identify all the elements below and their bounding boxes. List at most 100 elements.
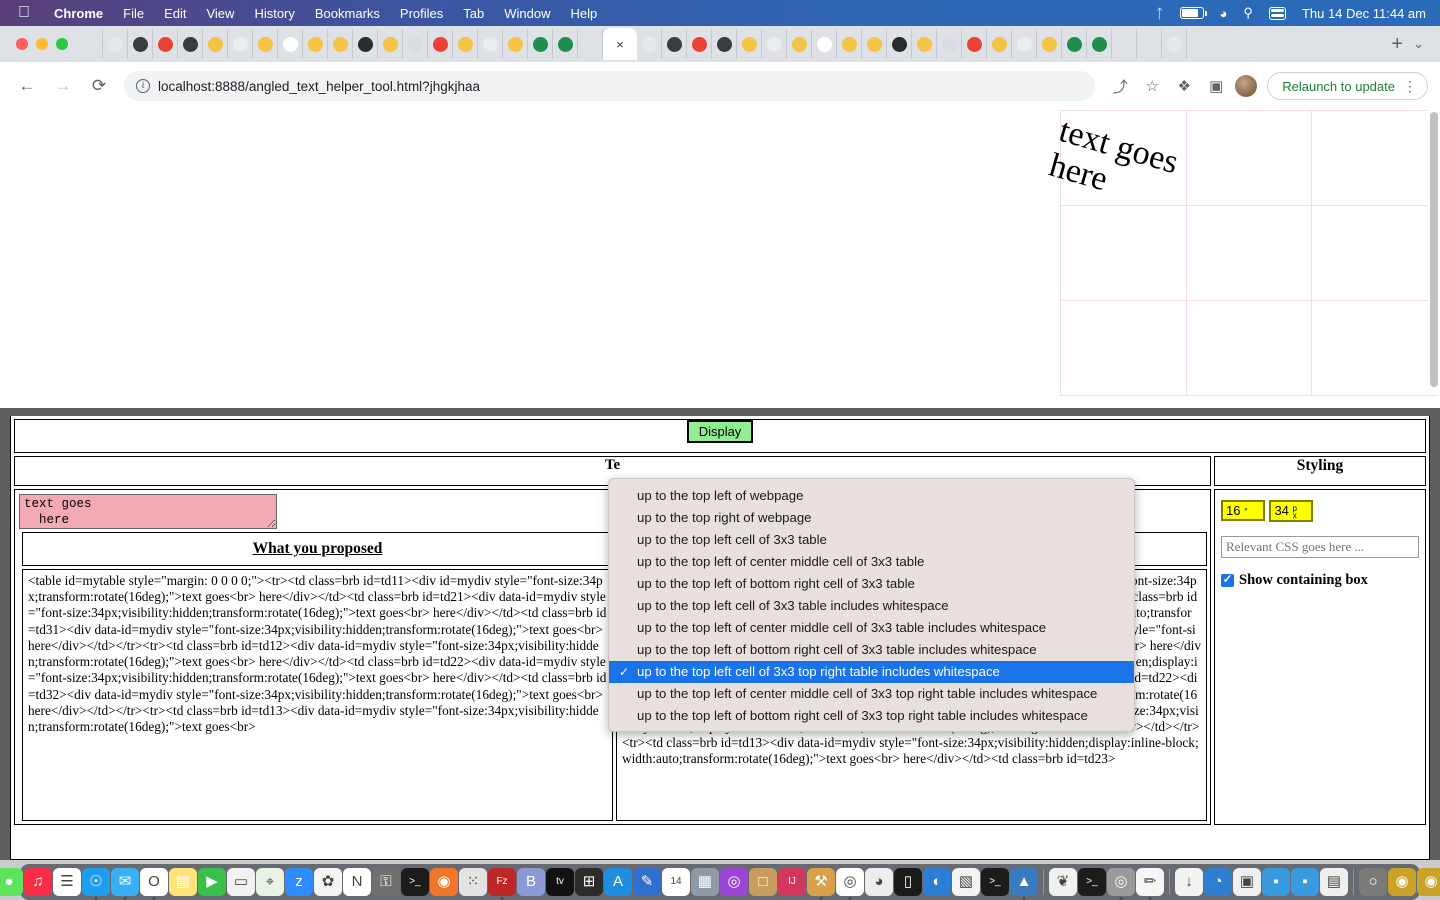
tab-14[interactable]: [428, 29, 453, 59]
menu-item-bookmarks[interactable]: Bookmarks: [305, 6, 390, 21]
tab-24[interactable]: [687, 29, 712, 59]
minimize-window-button[interactable]: [36, 38, 48, 50]
dock-item-iphone-mirror[interactable]: ▯: [894, 868, 922, 896]
dock-item-news2[interactable]: ▦: [691, 868, 719, 896]
tab-13[interactable]: [403, 29, 428, 59]
dock-item-freeform[interactable]: ✎: [633, 868, 661, 896]
tab-40[interactable]: [1087, 29, 1112, 59]
extensions-puzzle-icon[interactable]: ❖: [1171, 77, 1197, 95]
tab-20[interactable]: [578, 29, 603, 59]
dock-item-zoom[interactable]: z: [285, 868, 313, 896]
tab-38[interactable]: [1037, 29, 1062, 59]
tab-19[interactable]: [553, 29, 578, 59]
tab-43[interactable]: [1162, 29, 1187, 59]
tab-39[interactable]: [1062, 29, 1087, 59]
dock-item-facetime[interactable]: ▶: [198, 868, 226, 896]
dock-item-mini5[interactable]: ◉: [1417, 868, 1440, 896]
tab-11[interactable]: [353, 29, 378, 59]
dock-item-mini1[interactable]: ▪: [1262, 868, 1290, 896]
dock-item-music[interactable]: ♫: [24, 868, 52, 896]
bookmark-star-icon[interactable]: ☆: [1139, 77, 1165, 95]
dock-item-globe-doc[interactable]: ◔: [1204, 868, 1232, 896]
angle-input[interactable]: 16 °: [1221, 500, 1265, 521]
tab-3[interactable]: [153, 29, 178, 59]
dock-item-appletv[interactable]: tv: [546, 868, 574, 896]
text-input-textarea[interactable]: text goes here: [19, 494, 277, 529]
tab-34[interactable]: [937, 29, 962, 59]
share-icon[interactable]: ⤴: [1107, 76, 1133, 97]
dock-item-terminal2[interactable]: >_: [981, 868, 1009, 896]
reload-button[interactable]: ⟳: [84, 71, 114, 101]
select-dropdown-menu[interactable]: up to the top left of webpage up to the t…: [608, 478, 1135, 732]
tab-0[interactable]: [78, 29, 103, 59]
dock-item-painter[interactable]: ⚒: [807, 868, 835, 896]
tab-18[interactable]: [528, 29, 553, 59]
page-scrollbar[interactable]: [1428, 110, 1440, 395]
tab-active[interactable]: ×: [603, 28, 637, 60]
dock-item-maps[interactable]: ⌖: [256, 868, 284, 896]
dock-item-preview[interactable]: ◐: [923, 868, 951, 896]
menu-item-history[interactable]: History: [244, 6, 304, 21]
tab-41[interactable]: [1112, 29, 1137, 59]
tab-search-chevron-down-icon[interactable]: ⌄: [1413, 36, 1440, 52]
dock-item-firefox[interactable]: ◉: [430, 868, 458, 896]
dropdown-option-1[interactable]: up to the top right of webpage: [609, 507, 1134, 529]
battery-icon[interactable]: [1179, 7, 1207, 19]
dock-item-mail[interactable]: ✉: [111, 868, 139, 896]
dock-item-news[interactable]: N: [343, 868, 371, 896]
code-left-panel[interactable]: <table id=mytable style="margin: 0 0 0 0…: [22, 569, 613, 821]
dock-item-window-stack[interactable]: ▤: [1320, 868, 1348, 896]
tab-15[interactable]: [453, 29, 478, 59]
tab-31[interactable]: [862, 29, 887, 59]
dropdown-option-5[interactable]: up to the top left cell of 3x3 table inc…: [609, 595, 1134, 617]
site-info-icon[interactable]: i: [136, 79, 150, 93]
dock-item-opera[interactable]: O: [140, 868, 168, 896]
dock-item-intellij[interactable]: IJ: [778, 868, 806, 896]
scrollbar-thumb[interactable]: [1430, 112, 1438, 387]
tab-6[interactable]: [228, 29, 253, 59]
dock-item-chrome[interactable]: ◎: [836, 868, 864, 896]
control-center-icon[interactable]: [1268, 6, 1286, 20]
dropdown-option-3[interactable]: up to the top left of center middle cell…: [609, 551, 1134, 573]
tab-26[interactable]: [737, 29, 762, 59]
dock-item-calendar[interactable]: 14: [662, 868, 690, 896]
tab-4[interactable]: [178, 29, 203, 59]
close-window-button[interactable]: [16, 38, 28, 50]
tab-10[interactable]: [328, 29, 353, 59]
tab-37[interactable]: [1012, 29, 1037, 59]
tab-17[interactable]: [503, 29, 528, 59]
dock-item-notes2[interactable]: ✏: [1136, 868, 1164, 896]
dropdown-option-6[interactable]: up to the top left of center middle cell…: [609, 617, 1134, 639]
search-icon[interactable]: ⚲: [1243, 5, 1253, 21]
tab-1[interactable]: [103, 29, 128, 59]
dock-item-mini3[interactable]: ○: [1359, 868, 1387, 896]
menu-item-chrome[interactable]: Chrome: [44, 6, 113, 21]
menubar-clock[interactable]: Thu 14 Dec 11:44 am: [1302, 6, 1426, 21]
dock-item-photos[interactable]: ✿: [314, 868, 342, 896]
dock-item-filezilla[interactable]: Fz: [488, 868, 516, 896]
relevant-css-input[interactable]: [1221, 535, 1419, 558]
bluetooth-icon[interactable]: ᛏ: [1156, 6, 1164, 21]
dropdown-option-8[interactable]: up to the top left cell of 3x3 top right…: [609, 661, 1134, 683]
wifi-icon[interactable]: ◕: [1220, 6, 1228, 21]
dock-item-mini4[interactable]: ◉: [1388, 868, 1416, 896]
tab-23[interactable]: [662, 29, 687, 59]
dock-item-downloads[interactable]: ↓: [1175, 868, 1203, 896]
tab-36[interactable]: [987, 29, 1012, 59]
dock-item-sourcetree[interactable]: ▲: [1010, 868, 1038, 896]
dock-item-window-doc[interactable]: ▣: [1233, 868, 1261, 896]
tab-25[interactable]: [712, 29, 737, 59]
tab-30[interactable]: [837, 29, 862, 59]
new-tab-button[interactable]: +: [1381, 33, 1413, 56]
dock-item-notes[interactable]: ▤: [169, 868, 197, 896]
dock-item-reminders[interactable]: ☰: [53, 868, 81, 896]
dropdown-option-7[interactable]: up to the top left of bottom right cell …: [609, 639, 1134, 661]
avatar[interactable]: [1235, 75, 1258, 97]
dropdown-option-10[interactable]: up to the top left of bottom right cell …: [609, 705, 1134, 727]
maximize-window-button[interactable]: [56, 38, 68, 50]
dock-item-bitwarden[interactable]: B: [517, 868, 545, 896]
dock-item-pages[interactable]: ▭: [227, 868, 255, 896]
menu-item-view[interactable]: View: [196, 6, 244, 21]
dropdown-option-4[interactable]: up to the top left of bottom right cell …: [609, 573, 1134, 595]
dock-item-safari[interactable]: ☉: [82, 868, 110, 896]
